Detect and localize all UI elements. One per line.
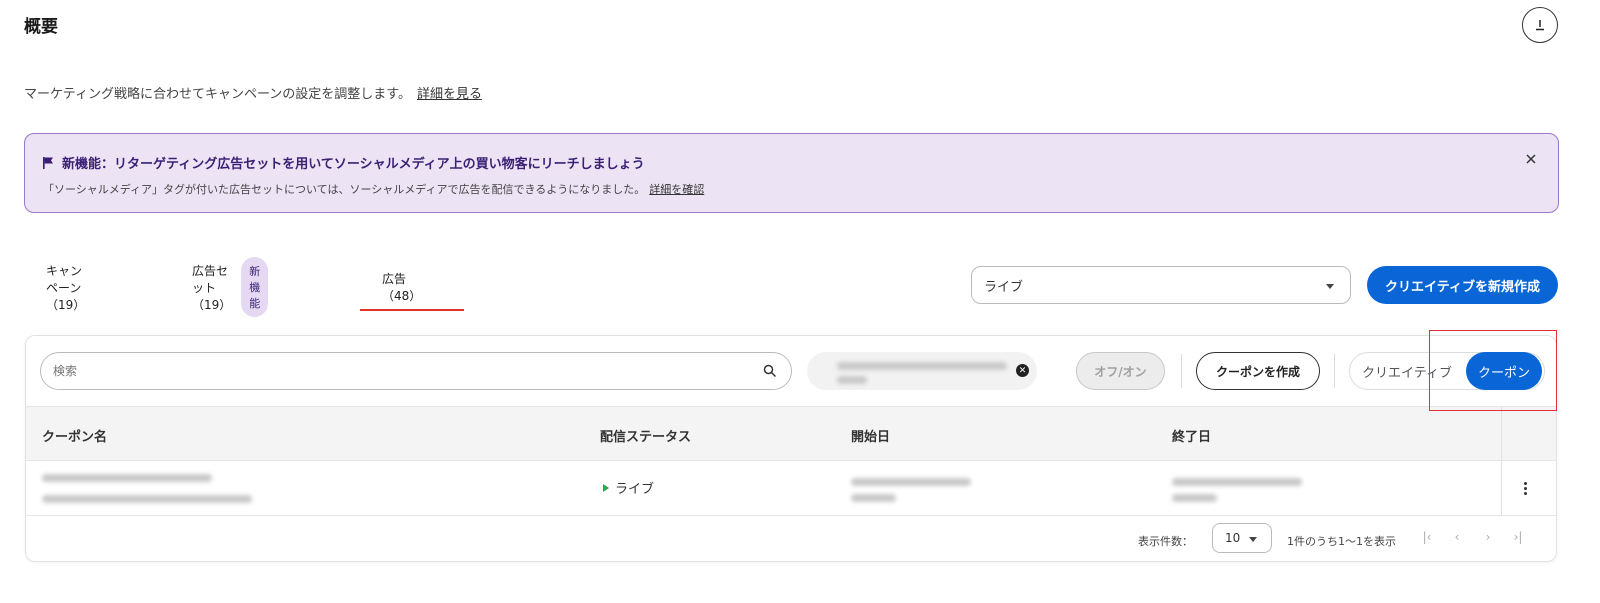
status-filter-select[interactable]: ライブ [971,266,1351,304]
active-filter-chip[interactable] [807,352,1037,390]
learn-more-link[interactable]: 詳細を見る [417,87,482,102]
redacted-text [851,478,971,486]
banner-learn-more-link[interactable]: 詳細を確認 [649,183,704,196]
table-row[interactable]: ライブ [26,461,1556,516]
coupon-panel: ✕ オフ/オン クーポンを作成 クリエイティブ クーポン クーポン名 配信ステー… [25,335,1557,562]
banner-title: 新機能：リターゲティング広告セットを用いてソーシャルメディア上の買い物客にリーチ… [43,153,645,172]
pagination-range: 1件のうち1～1を表示 [1287,535,1396,548]
view-toggle-creative[interactable]: クリエイティブ [1362,353,1452,389]
off-on-button[interactable]: オフ/オン [1076,352,1165,390]
column-header-end-date[interactable]: 終了日 [1172,426,1211,445]
play-icon [603,483,609,492]
description-text: マーケティング戦略に合わせてキャンペーンの設定を調整します。 [24,87,412,102]
flag-icon [43,156,53,169]
create-creative-button[interactable]: クリエイティブを新規作成 [1367,266,1558,304]
status-filter-value: ライブ [984,279,1024,295]
redacted-text [837,362,1007,370]
download-icon [1536,20,1544,31]
page-description: マーケティング戦略に合わせてキャンペーンの設定を調整します。 詳細を見る [24,83,482,102]
status-text: ライブ [615,482,655,497]
rows-per-page-select[interactable]: 10 [1212,523,1272,553]
tab-ad-sets[interactable]: 広告セット（19） 新機能 [192,257,269,317]
redacted-text [42,474,212,482]
first-page-icon[interactable]: |‹ [1420,530,1434,544]
column-header-coupon-name[interactable]: クーポン名 [42,426,107,445]
pagination-bar: 表示件数： 10 1件のうち1～1を表示 |‹ ‹ › ›| [26,518,1556,562]
new-badge: 新機能 [241,257,269,317]
view-toggle: クリエイティブ クーポン [1349,352,1545,390]
active-tab-indicator [360,309,464,311]
tab-ads[interactable]: 広告（48） [382,265,421,309]
tab-label: 広告セット（19） [192,263,232,312]
tab-label: 広告（48） [382,272,422,303]
banner-body-text: 「ソーシャルメディア」タグが付いた広告セットについては、ソーシャルメディアで広告… [43,183,646,196]
redacted-text [42,495,252,503]
download-button[interactable] [1522,7,1558,43]
next-page-icon[interactable]: › [1481,530,1495,544]
chevron-down-icon [1249,537,1257,542]
previous-page-icon[interactable]: ‹ [1450,530,1464,544]
last-page-icon[interactable]: ›| [1511,530,1525,544]
table-header: クーポン名 配信ステータス 開始日 終了日 [26,406,1556,462]
column-header-start-date[interactable]: 開始日 [851,426,890,445]
redacted-text [1172,494,1217,502]
column-divider [1501,407,1502,462]
search-input[interactable] [53,364,733,378]
rows-per-page-label: 表示件数： [1138,535,1193,548]
clear-filter-icon[interactable]: ✕ [1016,364,1029,377]
column-header-status[interactable]: 配信ステータス [600,426,691,445]
delivery-status: ライブ [603,478,654,497]
rows-per-page-value: 10 [1225,531,1241,545]
column-divider [1501,461,1502,516]
tab-campaigns[interactable]: キャンペーン（19） [46,264,85,312]
search-icon[interactable] [763,364,777,378]
create-coupon-button[interactable]: クーポンを作成 [1196,352,1320,390]
view-toggle-coupon[interactable]: クーポン [1466,352,1542,390]
new-feature-banner: 新機能：リターゲティング広告セットを用いてソーシャルメディア上の買い物客にリーチ… [24,133,1559,213]
more-options-icon[interactable] [1520,479,1530,497]
toolbar-divider [1181,354,1182,388]
search-field[interactable] [40,352,792,390]
banner-title-text: 新機能：リターゲティング広告セットを用いてソーシャルメディア上の買い物客にリーチ… [62,157,645,172]
redacted-text [851,494,896,502]
page-title: 概要 [24,17,58,37]
close-icon[interactable] [1524,152,1538,166]
tab-label: キャンペーン（19） [46,263,86,312]
redacted-text [837,376,867,384]
redacted-text [1172,478,1302,486]
banner-body: 「ソーシャルメディア」タグが付いた広告セットについては、ソーシャルメディアで広告… [43,181,704,197]
toolbar-divider [1334,354,1335,388]
chevron-down-icon [1326,284,1334,289]
